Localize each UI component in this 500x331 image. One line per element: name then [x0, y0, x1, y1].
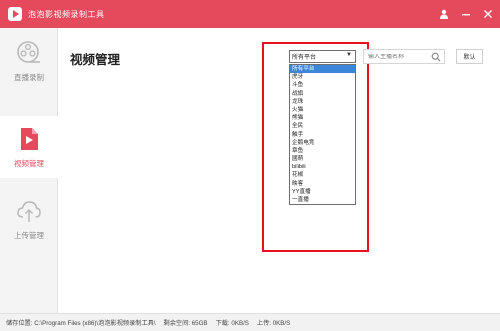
- sidebar-item-label: 视频管理: [14, 159, 44, 168]
- user-icon[interactable]: [438, 8, 450, 20]
- dropdown-option[interactable]: 所有平台: [290, 65, 355, 74]
- sidebar-item-upload-manage[interactable]: 上传管理: [0, 188, 58, 250]
- dropdown-option[interactable]: 花椒: [290, 171, 355, 179]
- storage-path: 储存位置: C:\Program Files (x86)\泡泡影视频录制工具\: [6, 320, 156, 327]
- dropdown-option[interactable]: 火猫: [290, 106, 355, 114]
- dropdown-option[interactable]: 龙珠: [290, 98, 355, 106]
- main-panel: 视频管理 所有平台 ▼ 所有平台 虎牙 斗鱼 战旗 龙珠 火猫 熊猫 全民 触手…: [59, 28, 500, 313]
- sidebar-item-label: 上传管理: [14, 231, 44, 240]
- dropdown-option[interactable]: 章鱼: [290, 147, 355, 155]
- dropdown-option[interactable]: 虎牙: [290, 73, 355, 81]
- free-space: 剩余空间: 65GB: [163, 320, 208, 327]
- dropdown-option[interactable]: 熊猫: [290, 114, 355, 122]
- dropdown-option[interactable]: 全民: [290, 122, 355, 130]
- sidebar-item-label: 直播录制: [14, 73, 44, 82]
- upload-speed: 上传: 0KB/S: [256, 320, 291, 327]
- sidebar-item-video-manage[interactable]: 视频管理: [0, 116, 58, 178]
- dropdown-option[interactable]: 触手: [290, 131, 355, 139]
- title-bar: 泡泡影视频录制工具: [0, 0, 500, 28]
- status-bar: 储存位置: C:\Program Files (x86)\泡泡影视频录制工具\ …: [0, 313, 500, 331]
- minimize-icon[interactable]: [460, 8, 472, 20]
- dropdown-option[interactable]: 战旗: [290, 90, 355, 98]
- film-reel-icon: [17, 41, 40, 63]
- dropdown-option[interactable]: 一直播: [290, 196, 355, 204]
- app-logo-icon: [8, 7, 22, 21]
- dropdown-option[interactable]: 國萌: [290, 155, 355, 163]
- platform-dropdown-list: 所有平台 虎牙 斗鱼 战旗 龙珠 火猫 熊猫 全民 触手 企鹅电竞 章鱼 國萌 …: [289, 64, 356, 206]
- dropdown-option[interactable]: 企鹅电竞: [290, 139, 355, 147]
- sidebar-item-live-record[interactable]: 直播录制: [0, 30, 58, 92]
- search-icon[interactable]: [431, 52, 441, 62]
- download-speed: 下载: 0KB/S: [215, 320, 249, 327]
- dropdown-option[interactable]: bilibili: [290, 163, 355, 171]
- dropdown-option[interactable]: 斗鱼: [290, 81, 355, 89]
- video-file-icon: [21, 128, 38, 150]
- platform-select-value: 所有平台: [292, 55, 317, 61]
- window-controls: [438, 0, 494, 28]
- platform-select[interactable]: 所有平台 ▼: [289, 50, 356, 63]
- sidebar: 直播录制 视频管理 上传管理: [0, 28, 58, 313]
- app-title: 泡泡影视频录制工具: [28, 9, 105, 19]
- cloud-upload-icon: [17, 201, 41, 222]
- default-button[interactable]: 默认: [456, 49, 483, 64]
- dropdown-option[interactable]: 映客: [290, 180, 355, 188]
- close-icon[interactable]: [482, 8, 494, 20]
- search-input[interactable]: [368, 53, 432, 60]
- chevron-down-icon: ▼: [346, 52, 352, 58]
- search-field: [363, 49, 445, 64]
- dropdown-option[interactable]: YY直播: [290, 188, 355, 196]
- page-title: 视频管理: [70, 53, 121, 67]
